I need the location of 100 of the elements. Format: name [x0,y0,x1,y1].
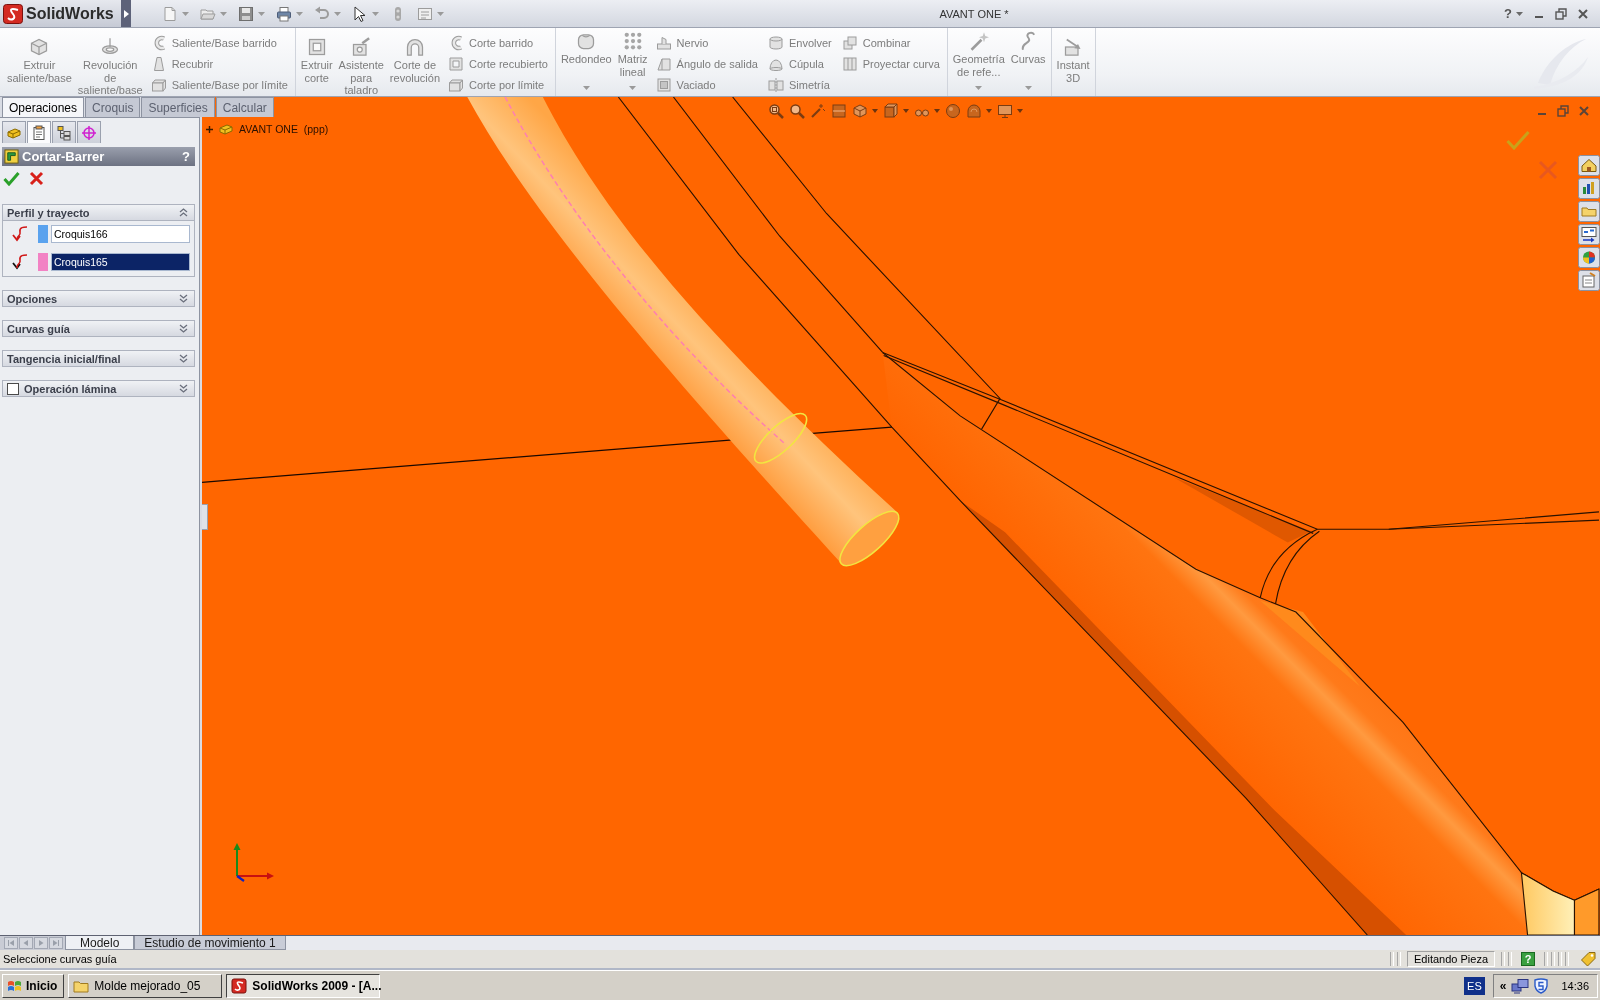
window-title: AVANT ONE * [939,7,1009,20]
network-icon[interactable] [1511,977,1530,994]
box-icon[interactable] [883,103,899,119]
taskbar-button[interactable]: SolidWorks 2009 - [A... [226,973,381,998]
command-tab[interactable]: Croquis [85,97,141,117]
help-button[interactable]: ? [1521,952,1535,966]
restore-icon[interactable] [1555,7,1567,20]
color-wheel-icon[interactable] [1578,247,1600,268]
close-icon[interactable] [1577,7,1589,20]
caret-icon[interactable] [372,11,379,16]
help-button[interactable]: ? [1504,6,1512,21]
check-icon[interactable] [1506,130,1530,150]
feature-tree-item[interactable]: AVANT ONE (ppp) [239,123,329,135]
help-button[interactable]: ? [182,149,190,164]
selection-field[interactable]: Croquis166 [51,224,190,243]
box-icon [150,76,167,93]
restore-icon[interactable] [1557,105,1569,117]
document-icon[interactable] [162,5,178,22]
cursor-arrow-icon[interactable] [352,5,368,22]
panel-title: Cortar-Barrer [22,149,106,164]
model-tab[interactable]: Modelo [65,936,135,950]
wand-icon[interactable] [810,103,826,119]
app-logo-icon [231,977,248,994]
manager-tab[interactable] [52,121,76,143]
sphere-icon[interactable] [945,103,961,119]
double-chevron-down-icon[interactable] [179,324,188,333]
list-icon[interactable] [417,5,433,22]
command-tab[interactable]: Operaciones [2,97,85,117]
check-icon[interactable] [3,171,20,186]
section-square-icon[interactable] [831,103,847,119]
box-icon [448,76,464,93]
checkbox[interactable] [7,382,19,395]
language-indicator[interactable]: ES [1464,976,1485,995]
menu-expand-button[interactable] [121,0,131,27]
caret-icon[interactable] [437,11,444,16]
house-icon[interactable] [1578,155,1600,176]
magnifier-icon[interactable] [789,103,805,119]
section-header[interactable]: Curvas guía [2,320,195,337]
rounded-cube-icon [576,31,597,51]
start-button[interactable]: Inicio [2,973,65,998]
status-message: Seleccione curvas guía [3,953,118,965]
bar-chart-icon[interactable] [1578,178,1600,199]
arch-icon [404,37,425,57]
wand-icon [968,31,989,51]
double-chevron-down-icon[interactable] [179,294,188,303]
manager-tab[interactable] [2,121,26,143]
caret-icon[interactable] [220,11,227,16]
section-header[interactable]: Tangencia inicial/final [2,350,195,367]
manager-tab[interactable] [77,121,101,143]
magnifier-icon[interactable] [768,103,784,119]
caret-icon[interactable] [903,109,909,113]
clipboard-icon[interactable] [1578,270,1600,291]
model-tab[interactable]: Estudio de movimiento 1 [134,936,286,950]
caret-icon[interactable] [182,11,189,16]
caret-icon[interactable] [1516,11,1523,16]
dot-grid-icon [622,31,643,51]
manager-tab[interactable] [27,121,51,143]
fin-icon [655,34,672,51]
undo-arrow-icon[interactable] [314,5,330,22]
section-header[interactable]: Opciones [2,290,195,307]
cylinder-icon [767,34,784,51]
ring-icon [100,37,121,57]
curve-select-icon[interactable] [11,252,29,271]
caret-icon[interactable] [296,11,303,16]
selection-field[interactable]: Croquis165 [51,252,190,271]
section-header[interactable]: Operación lámina [2,380,195,397]
profile-ellipse [753,412,808,464]
double-chevron-down-icon[interactable] [179,354,188,363]
app-name: SolidWorks [26,4,114,23]
plus-icon[interactable] [206,125,213,133]
tray-expand-button[interactable]: « [1499,978,1507,993]
hollow-box-icon [655,76,672,93]
tree-nodes-icon [56,124,72,141]
caret-icon[interactable] [1017,109,1023,113]
drill-icon [351,37,372,57]
double-chevron-down-icon[interactable] [179,384,188,393]
section-header[interactable]: Perfil y trayecto [2,204,195,221]
caret-icon[interactable] [934,109,940,113]
caret-icon[interactable] [872,109,878,113]
caret-icon[interactable] [334,11,341,16]
double-chevron-up-icon[interactable] [179,208,188,217]
clock: 14:36 [1561,979,1589,992]
caret-icon[interactable] [986,109,992,113]
cube-icon[interactable] [852,103,868,119]
taskbar-button[interactable]: Molde mejorado_05 [68,973,223,998]
monitor-icon[interactable] [997,103,1013,119]
printer-icon[interactable] [276,5,292,22]
splitter-handle[interactable] [202,504,208,530]
caret-icon[interactable] [258,11,265,16]
close-icon[interactable] [1578,105,1590,117]
wedge-icon [655,55,672,72]
tag-icon[interactable] [1580,951,1596,967]
app-logo-icon [3,3,23,24]
command-tab[interactable]: Superficies [141,97,215,117]
command-tab[interactable]: Calcular [215,97,274,117]
part-icon [218,121,234,137]
feature-icon [4,149,19,164]
shield-icon[interactable] [1534,977,1549,994]
x-icon[interactable] [29,171,44,186]
dome-icon[interactable] [966,103,982,119]
